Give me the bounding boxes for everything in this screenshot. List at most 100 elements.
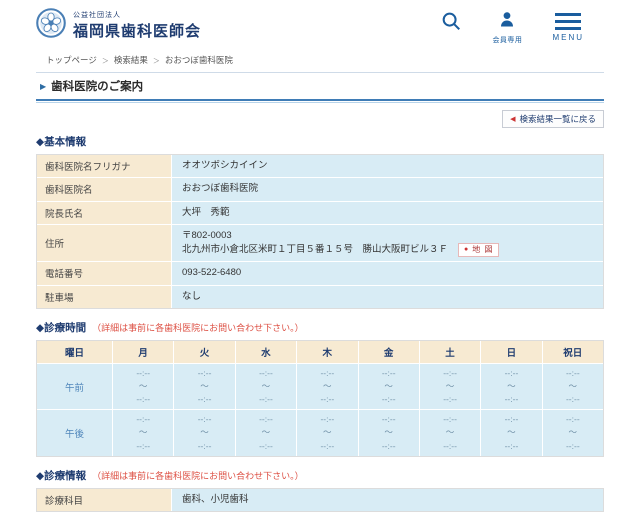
row-label: 診療科目 xyxy=(37,488,172,512)
schedule-time-cell: --:-- ～ --:-- xyxy=(419,363,482,410)
person-icon xyxy=(498,10,516,33)
schedule-time-cell: --:-- ～ --:-- xyxy=(174,410,236,456)
schedule-header-row: 曜日月火水木金土日 祝日 xyxy=(37,340,603,363)
time-start: --:-- xyxy=(320,367,335,378)
row-value: おおつぼ歯科医院 xyxy=(172,178,603,201)
time-start: --:-- xyxy=(504,367,519,378)
logo[interactable]: 公益社団法人 福岡県歯科医師会 xyxy=(36,8,201,43)
schedule-time-cell: --:-- ～ --:-- xyxy=(235,410,298,456)
row-label: 電話番号 xyxy=(37,262,172,285)
schedule-time-cell: --:-- ～ --:-- xyxy=(358,363,420,410)
row-value-text: 北九州市小倉北区米町１丁目５番１５号 勝山大阪町ビル３Ｆ xyxy=(182,244,449,255)
breadcrumb-item[interactable]: トップページ xyxy=(46,55,97,65)
logo-emblem-icon xyxy=(36,8,66,43)
time-separator: ～ xyxy=(138,380,148,391)
table-row: 診療科目 歯科、小児歯科 xyxy=(37,488,603,512)
time-separator: ～ xyxy=(507,380,516,391)
row-value: オオツボシカイイン xyxy=(172,155,603,178)
row-value-line: 北九州市小倉北区米町１丁目５番１５号 勝山大阪町ビル３Ｆ ● 地 図 xyxy=(182,243,593,258)
time-end: --:-- xyxy=(259,440,273,451)
time-start: --:-- xyxy=(381,414,396,425)
basic-info-heading-text: ◆基本情報 xyxy=(36,136,87,148)
table-row: 電話番号 093-522-6480 xyxy=(37,262,603,286)
schedule-time-cell: --:-- ～ --:-- xyxy=(235,363,298,410)
row-value: なし xyxy=(172,285,603,308)
header-actions: 会員専用 MENU xyxy=(440,8,584,45)
row-value-text: 歯科、小児歯科 xyxy=(182,493,249,505)
time-end: --:-- xyxy=(136,440,151,451)
time-separator: ～ xyxy=(261,427,271,438)
time-start: --:-- xyxy=(443,414,457,425)
time-end: --:-- xyxy=(197,440,212,451)
back-arrow-icon: ◀ xyxy=(510,116,516,123)
breadcrumb: トップページ ＞ 検索結果 ＞ おおつぼ歯科医院 xyxy=(36,48,604,70)
time-start: --:-- xyxy=(197,414,212,425)
time-separator: ～ xyxy=(568,427,578,438)
breadcrumb-item[interactable]: 検索結果 xyxy=(114,55,148,65)
org-type: 公益社団法人 xyxy=(73,12,121,19)
schedule-row-label: 午後 xyxy=(37,410,113,456)
time-start: --:-- xyxy=(259,367,273,378)
map-button-label: 地 図 xyxy=(472,245,494,255)
title-arrow-icon: ▶ xyxy=(40,81,47,91)
time-start: --:-- xyxy=(320,414,335,425)
row-value-text: オオツボシカイイン xyxy=(182,160,268,171)
time-start: --:-- xyxy=(565,414,580,425)
menu-button[interactable]: MENU xyxy=(552,10,584,42)
clinic-info-note: （詳細は事前に各歯科医院にお問い合わせ下さい。） xyxy=(92,470,304,481)
time-separator: ～ xyxy=(200,380,209,391)
site-header: 公益社団法人 福岡県歯科医師会 会員専用 MENU xyxy=(36,0,604,48)
hours-heading-text: ◆診療時間 xyxy=(36,321,87,334)
row-value: 歯科、小児歯科 xyxy=(172,488,603,512)
schedule-header-cell: 火 xyxy=(174,340,236,363)
table-row: 住所 〒802-0003 北九州市小倉北区米町１丁目５番１５号 勝山大阪町ビル３Ｆ ●… xyxy=(37,224,603,263)
schedule-time-cell: --:-- ～ --:-- xyxy=(542,410,603,456)
time-separator: ～ xyxy=(261,380,271,391)
time-end: --:-- xyxy=(565,440,580,451)
page-container: 公益社団法人 福岡県歯科医師会 会員専用 MENU トップページ ＞ 検索結果 … xyxy=(0,0,640,512)
page-title: 歯科医院のご案内 xyxy=(51,81,144,93)
map-button[interactable]: ● 地 図 xyxy=(458,243,500,258)
time-end: --:-- xyxy=(320,440,335,451)
time-start: --:-- xyxy=(259,414,273,425)
schedule-time-cell: --:-- ～ --:-- xyxy=(297,363,359,410)
time-separator: ～ xyxy=(384,380,393,391)
row-label: 歯科医院名 xyxy=(37,178,172,201)
schedule-header-cell: 曜日 xyxy=(37,340,113,363)
schedule-time-cell: --:-- ～ --:-- xyxy=(297,410,359,456)
menu-label: MENU xyxy=(552,33,584,42)
schedule-header-cell: 日 xyxy=(481,340,543,363)
schedule-time-cell: --:-- ～ --:-- xyxy=(174,363,236,410)
row-value-text: 093-522-6480 xyxy=(182,267,242,279)
breadcrumb-separator: ＞ xyxy=(152,58,160,65)
breadcrumb-separator: ＞ xyxy=(101,58,109,65)
page-title-bar: ▶ 歯科医院のご案内 xyxy=(36,72,604,101)
schedule-row: 午前 --:-- ～ --:-- --:-- ～ --:-- --:-- ～ --:-- --:--… xyxy=(37,362,603,410)
schedule-header-cell: 金 xyxy=(359,340,420,363)
schedule-row-label: 午前 xyxy=(37,363,113,410)
org-name: 福岡県歯科医師会 xyxy=(73,23,202,40)
hamburger-icon xyxy=(555,10,582,30)
row-value-text: 〒802-0003 xyxy=(182,229,232,241)
time-separator: ～ xyxy=(507,427,516,438)
search-button[interactable] xyxy=(440,10,462,37)
row-value-line: なし xyxy=(182,290,593,304)
breadcrumb-item: おおつぼ歯科医院 xyxy=(164,55,233,65)
schedule-time-cell: --:-- ～ --:-- xyxy=(358,410,420,456)
row-label: 住所 xyxy=(37,224,172,262)
row-value-text: なし xyxy=(182,290,202,302)
time-start: --:-- xyxy=(565,367,580,378)
clinic-info-heading-text: ◆診療情報 xyxy=(36,469,87,482)
row-value-line: 093-522-6480 xyxy=(182,266,593,280)
back-to-results-button[interactable]: ◀ 検索結果一覧に戻る xyxy=(502,110,604,128)
time-separator: ～ xyxy=(568,380,578,391)
time-end: --:-- xyxy=(504,440,519,451)
time-start: --:-- xyxy=(197,367,212,378)
schedule-header-cell: 祝日 xyxy=(563,347,583,359)
schedule-row: 午後 --:-- ～ --:-- --:-- ～ --:-- --:-- ～ --:-- --:--… xyxy=(37,409,603,456)
time-end: --:-- xyxy=(443,440,457,451)
table-row: 歯科医院名 おおつぼ歯科医院 xyxy=(37,178,603,202)
schedule-time-cell: --:-- ～ --:-- xyxy=(542,363,603,410)
member-button[interactable]: 会員専用 xyxy=(492,10,522,45)
time-separator: ～ xyxy=(445,380,455,391)
